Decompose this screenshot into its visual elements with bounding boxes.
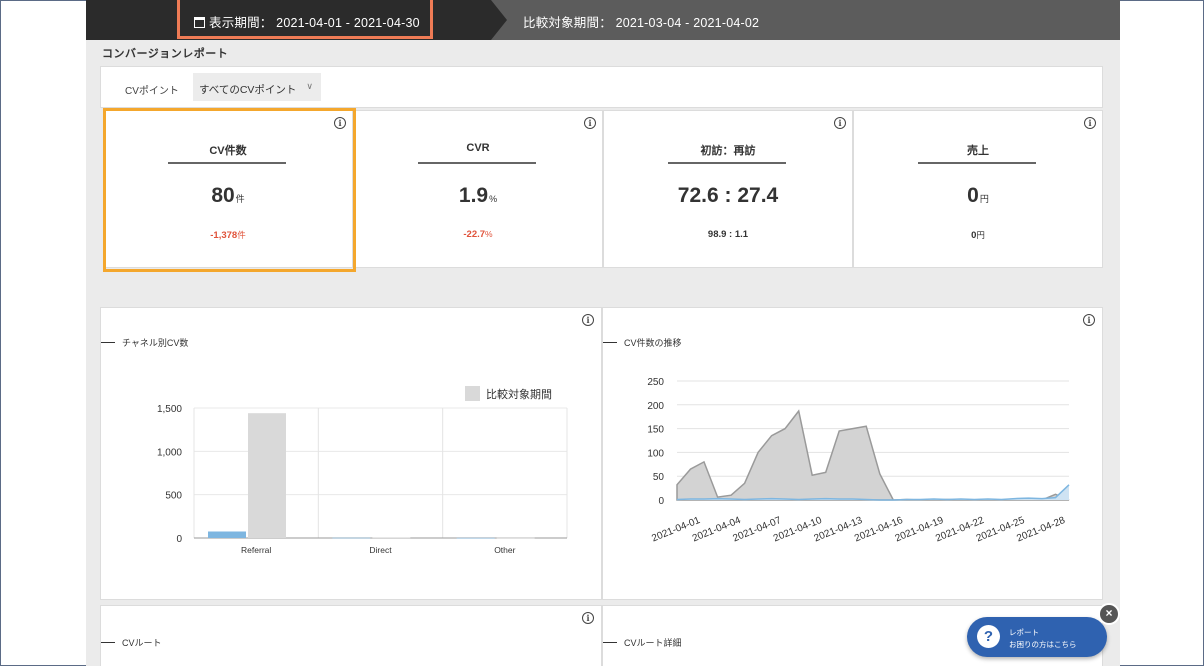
page-title: コンバージョンレポート xyxy=(102,48,229,60)
info-icon[interactable]: i xyxy=(582,612,594,624)
y-tick-label: 0 xyxy=(658,496,664,507)
app: 表示期間： 2021-04-01 - 2021-04-30 比較対象期間： 20… xyxy=(86,0,1120,666)
y-tick-label: 150 xyxy=(647,425,664,436)
bar-referral-1 xyxy=(248,413,286,538)
channel-bar-chart: 0 500 1,000 1,500 Referral Direct Other 比較対象期間 xyxy=(157,386,568,555)
info-icon[interactable]: i xyxy=(1083,314,1095,326)
y-tick-label: 500 xyxy=(165,491,182,502)
metric-diff: -1,378件 xyxy=(210,230,246,241)
panel-title: CVルート xyxy=(101,636,162,649)
metric-sales: i 売上 0円 0円 xyxy=(853,110,1103,268)
y-tick-label: 200 xyxy=(647,401,664,412)
y-tick-label: 0 xyxy=(176,534,182,545)
bar-referral-0 xyxy=(208,531,246,538)
bar-other-0 xyxy=(456,537,495,539)
metric-value: 0円 xyxy=(967,184,989,207)
panel-title: CVルート詳細 xyxy=(603,636,682,649)
metric-cvr: i CVR 1.9% -22.7% xyxy=(353,110,603,268)
metric-first-repeat-visit: i 初訪：再訪 72.6 : 27.4 98.9 : 1.1 xyxy=(603,110,853,268)
cv-route-panel: i CVルート xyxy=(100,605,602,666)
metric-label: 初訪：再訪 xyxy=(700,145,756,157)
x-tick-label: Direct xyxy=(369,545,392,555)
metric-divider xyxy=(668,162,786,164)
x-tick-label: Referral xyxy=(241,545,271,555)
help-button[interactable]: ? レポート お困りの方はこちら xyxy=(967,617,1107,657)
y-tick-label: 1,000 xyxy=(157,447,182,458)
info-icon[interactable]: i xyxy=(334,117,346,129)
metric-value: 72.6 : 27.4 xyxy=(677,184,779,207)
metric-divider xyxy=(418,162,536,164)
cv-trend-area-chart: 0501001502002502021-04-012021-04-042021-… xyxy=(647,377,1070,544)
chevron-down-icon: ∨ xyxy=(306,81,313,91)
info-icon[interactable]: i xyxy=(834,117,846,129)
metric-diff: -22.7% xyxy=(463,229,493,240)
help-button-line1: レポート xyxy=(1009,628,1039,637)
comparison-area xyxy=(676,409,1070,501)
y-tick-label: 250 xyxy=(647,377,664,388)
metric-label: CV件数 xyxy=(209,145,247,157)
metric-cv-count: i CV件数 80件 -1,378件 xyxy=(103,110,353,268)
metric-divider xyxy=(918,162,1036,164)
metric-label: CVR xyxy=(466,142,490,154)
metric-diff: 98.9 : 1.1 xyxy=(707,229,749,240)
y-tick-label: 100 xyxy=(647,448,664,459)
metric-divider xyxy=(168,162,286,164)
bar-direct-1 xyxy=(372,537,411,539)
display-period-highlight xyxy=(177,0,433,39)
comparison-period[interactable]: 比較対象期間： 2021-03-04 - 2021-04-02 xyxy=(523,12,759,31)
cv-trend-panel: i CV件数の推移 0 50 100 150 200 250 2021-04-01 2021-… xyxy=(602,307,1103,600)
info-icon[interactable]: i xyxy=(584,117,596,129)
metric-diff: 0円 xyxy=(971,230,985,241)
y-tick-label: 1,500 xyxy=(157,404,182,415)
cv-point-label: CVポイント xyxy=(125,86,179,97)
cv-point-select[interactable]: すべてのCVポイント ∨ xyxy=(193,73,321,101)
channel-cv-panel: i チャネル別CV数 0 500 1,000 1,500 Referral Direct O… xyxy=(100,307,602,600)
legend-label: 比較対象期間 xyxy=(486,387,552,401)
bar-direct-0 xyxy=(332,537,371,539)
period-bar: 表示期間： 2021-04-01 - 2021-04-30 比較対象期間： 20… xyxy=(86,0,1120,40)
info-icon[interactable]: i xyxy=(582,314,594,326)
y-tick-label: 50 xyxy=(653,472,665,483)
bar-other-1 xyxy=(496,537,535,539)
legend-swatch xyxy=(465,386,480,401)
x-tick-label: Other xyxy=(494,545,515,555)
question-icon: ? xyxy=(977,625,1000,648)
help-button-line2: お困りの方はこちら xyxy=(1009,640,1077,649)
metric-value: 80件 xyxy=(211,184,245,207)
cv-point-select-value: すべてのCVポイント xyxy=(199,84,297,96)
close-icon[interactable]: × xyxy=(1098,603,1120,625)
cv-point-filter: CVポイント すべてのCVポイント ∨ xyxy=(100,66,1103,108)
metric-label: 売上 xyxy=(967,145,989,157)
metric-value: 1.9% xyxy=(458,184,498,207)
info-icon[interactable]: i xyxy=(1084,117,1096,129)
